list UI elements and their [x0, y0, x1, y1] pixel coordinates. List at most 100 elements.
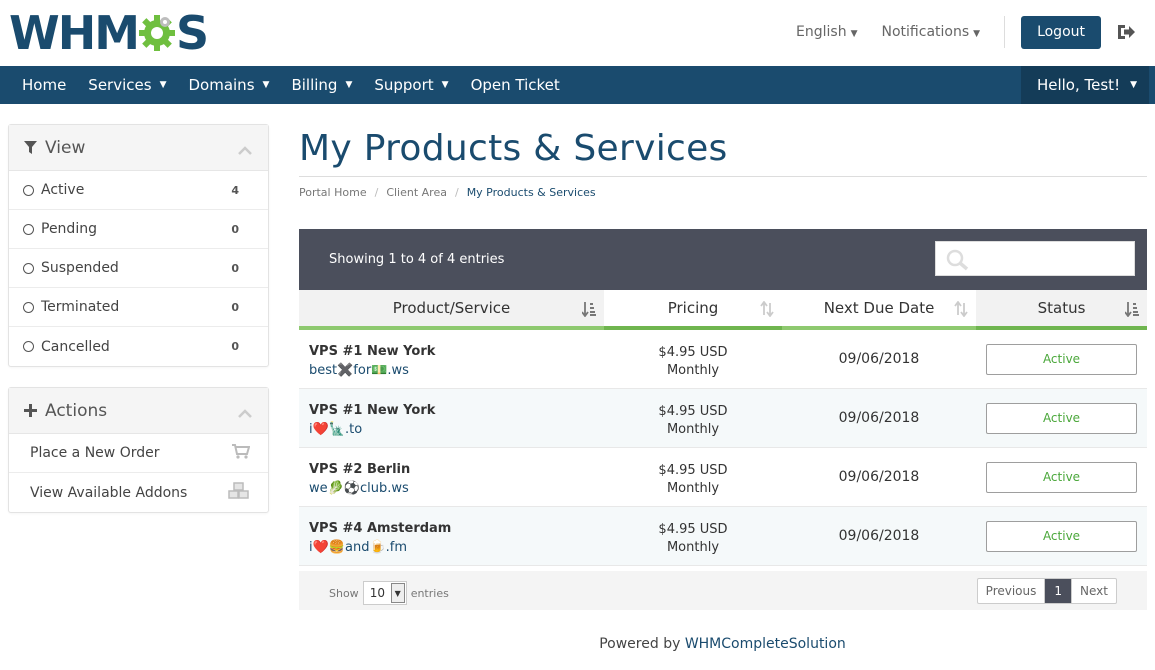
- column-label: Status: [1037, 299, 1086, 317]
- column-label: Next Due Date: [823, 299, 935, 317]
- view-filter-active[interactable]: Active 4: [9, 171, 268, 210]
- product-name: VPS #1 New York: [309, 403, 436, 418]
- sort-icon: [954, 300, 968, 321]
- filter-label: Active: [41, 182, 85, 198]
- view-filter-pending[interactable]: Pending 0: [9, 210, 268, 249]
- chevron-up-icon[interactable]: [238, 140, 252, 160]
- circle-icon: [23, 301, 34, 313]
- divider: [299, 176, 1147, 177]
- product-domain[interactable]: best✖️for💵.ws: [309, 363, 604, 378]
- footer-link[interactable]: WHMCompleteSolution: [685, 636, 846, 652]
- sort-amount-asc-icon: [581, 301, 596, 321]
- filter-label: Pending: [41, 221, 97, 237]
- showing-entries-text: Showing 1 to 4 of 4 entries: [329, 252, 505, 267]
- product-name: VPS #1 New York: [309, 344, 436, 359]
- breadcrumb-portal-home[interactable]: Portal Home: [299, 186, 367, 199]
- billing-cycle: Monthly: [666, 363, 720, 378]
- caret-down-icon: ▼: [345, 80, 353, 90]
- previous-page-button[interactable]: Previous: [978, 579, 1045, 603]
- page-footer: Powered by WHMCompleteSolution: [0, 636, 1155, 652]
- table-row[interactable]: VPS #1 New York i❤️🗽.to $4.95 USD Monthly 09…: [299, 389, 1147, 448]
- table-row[interactable]: VPS #4 Amsterdam i❤️🍔and🍺.fm $4.95 USD Mont…: [299, 507, 1147, 566]
- filter-count: 0: [231, 222, 239, 236]
- status-badge: Active: [986, 343, 1137, 375]
- sign-out-icon[interactable]: [1115, 21, 1137, 43]
- view-panel-title: View: [45, 137, 86, 158]
- caret-down-icon: ▼: [262, 80, 270, 90]
- view-filter-suspended[interactable]: Suspended 0: [9, 249, 268, 288]
- table-row[interactable]: VPS #2 Berlin we🥬⚽club.ws $4.95 USD Monthly…: [299, 448, 1147, 507]
- price-amount: $4.95 USD: [658, 404, 728, 419]
- table-toolbar: Showing 1 to 4 of 4 entries: [299, 229, 1147, 290]
- view-available-addons-link[interactable]: View Available Addons: [9, 473, 268, 512]
- language-dropdown[interactable]: English ▼: [796, 24, 857, 40]
- product-domain[interactable]: i❤️🗽.to: [309, 422, 604, 437]
- caret-down-icon: ▼: [159, 80, 167, 90]
- product-domain[interactable]: i❤️🍔and🍺.fm: [309, 540, 604, 555]
- billing-cycle: Monthly: [666, 540, 720, 555]
- nav-domains[interactable]: Domains ▼: [177, 66, 280, 104]
- product-cell: VPS #1 New York best✖️for💵.ws: [299, 330, 604, 388]
- nav-open-ticket[interactable]: Open Ticket: [460, 66, 571, 104]
- column-product-service[interactable]: Product/Service: [299, 290, 604, 330]
- table-row[interactable]: VPS #1 New York best✖️for💵.ws $4.95 USD Mon…: [299, 330, 1147, 389]
- product-cell: VPS #2 Berlin we🥬⚽club.ws: [299, 448, 604, 506]
- breadcrumb-current: My Products & Services: [466, 186, 596, 199]
- nav-services[interactable]: Services ▼: [77, 66, 177, 104]
- nav-home[interactable]: Home: [0, 66, 77, 104]
- entries-value: 10: [369, 586, 385, 600]
- breadcrumb-client-area[interactable]: Client Area: [386, 186, 447, 199]
- logo-text-left: WHM: [9, 6, 140, 60]
- entries-label: entries: [410, 586, 449, 600]
- nav-label: Billing: [291, 76, 338, 94]
- caret-down-icon: ▼: [390, 583, 405, 603]
- cart-icon: [232, 443, 251, 463]
- sort-amount-asc-icon: [1124, 301, 1139, 321]
- product-cell: VPS #4 Amsterdam i❤️🍔and🍺.fm: [299, 507, 604, 565]
- next-due-date-cell: 09/06/2018: [838, 410, 920, 426]
- breadcrumb-separator: /: [454, 186, 459, 199]
- next-page-button[interactable]: Next: [1071, 579, 1116, 603]
- chevron-up-icon[interactable]: [238, 403, 252, 423]
- column-label: Pricing: [667, 299, 719, 317]
- nav-billing[interactable]: Billing ▼: [280, 66, 363, 104]
- price-amount: $4.95 USD: [658, 345, 728, 360]
- billing-cycle: Monthly: [666, 422, 720, 437]
- page-1-button[interactable]: 1: [1044, 579, 1072, 603]
- breadcrumb-separator: /: [374, 186, 379, 199]
- place-new-order-link[interactable]: Place a New Order: [9, 434, 268, 473]
- status-badge: Active: [986, 461, 1137, 493]
- column-pricing[interactable]: Pricing: [604, 290, 782, 330]
- filter-count: 0: [231, 300, 239, 314]
- caret-down-icon: ▼: [850, 29, 858, 39]
- action-label: View Available Addons: [30, 484, 188, 501]
- view-filter-terminated[interactable]: Terminated 0: [9, 288, 268, 327]
- table-search-input[interactable]: [935, 241, 1135, 276]
- breadcrumb: Portal Home / Client Area / My Products …: [299, 186, 596, 199]
- status-cell: Active: [976, 389, 1147, 447]
- view-panel-header[interactable]: View: [9, 125, 268, 171]
- nav-label: Open Ticket: [470, 76, 560, 94]
- column-status[interactable]: Status: [976, 290, 1147, 330]
- status-badge: Active: [986, 520, 1137, 552]
- nav-support[interactable]: Support ▼: [363, 66, 459, 104]
- product-domain[interactable]: we🥬⚽club.ws: [309, 481, 604, 496]
- view-filter-cancelled[interactable]: Cancelled 0: [9, 327, 268, 366]
- whmcs-logo[interactable]: WHM S: [9, 6, 209, 60]
- page-title: My Products & Services: [299, 128, 728, 169]
- notifications-label: Notifications: [881, 24, 970, 40]
- entries-per-page-select[interactable]: 10 ▼: [362, 581, 407, 605]
- logout-button[interactable]: Logout: [1021, 15, 1101, 49]
- filter-count: 0: [231, 261, 239, 275]
- status-cell: Active: [976, 448, 1147, 506]
- user-menu[interactable]: Hello, Test! ▼: [1020, 66, 1149, 104]
- next-due-date-cell: 09/06/2018: [838, 528, 920, 544]
- circle-icon: [23, 341, 34, 352]
- filter-count: 0: [231, 340, 239, 353]
- top-links: English ▼ Notifications ▼ Logout: [796, 15, 1155, 49]
- actions-panel-header[interactable]: Actions: [9, 388, 268, 434]
- column-next-due-date[interactable]: Next Due Date: [782, 290, 976, 330]
- filter-label: Suspended: [41, 260, 119, 276]
- status-cell: Active: [976, 330, 1147, 388]
- notifications-dropdown[interactable]: Notifications ▼: [882, 24, 981, 40]
